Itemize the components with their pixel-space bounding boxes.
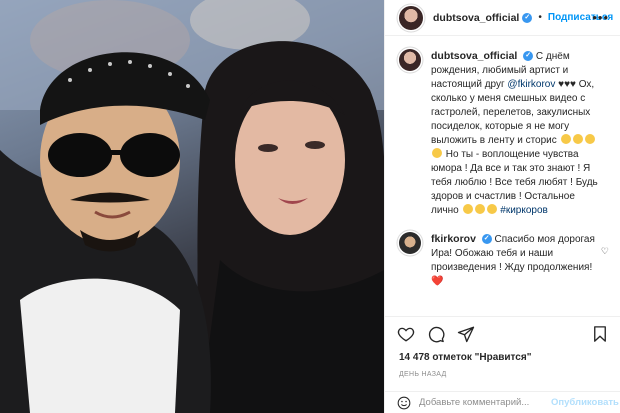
emoji-icon <box>560 134 571 144</box>
hashtag-link[interactable]: #киркоров <box>500 205 548 216</box>
author-username[interactable]: dubtsova_official <box>433 12 519 24</box>
smile-icon[interactable] <box>397 396 411 410</box>
emoji-icon <box>584 134 595 144</box>
comments-section: dubtsova_official ✓ С днём рождения, люб… <box>385 37 620 299</box>
post-side-panel: dubtsova_official ✓ • Подписаться ••• du… <box>384 0 620 413</box>
verified-badge-icon: ✓ <box>523 51 534 62</box>
post-photo[interactable] <box>0 0 384 413</box>
share-icon[interactable] <box>457 325 475 343</box>
likes-count[interactable]: 14 478 отметок "Нравится" <box>399 352 531 363</box>
comment-input[interactable] <box>419 397 551 408</box>
caption-text: dubtsova_official ✓ С днём рождения, люб… <box>431 49 603 218</box>
likes-number: 14 478 <box>399 352 430 363</box>
more-icon[interactable]: ••• <box>592 10 609 25</box>
action-icons <box>397 325 475 343</box>
separator-dot: • <box>538 12 542 23</box>
commenter-avatar[interactable] <box>399 232 421 254</box>
post-header: dubtsova_official ✓ • Подписаться ••• <box>385 0 620 36</box>
comment-icon[interactable] <box>427 325 445 343</box>
emoji-icon <box>572 134 583 144</box>
author-info: dubtsova_official ✓ • Подписаться <box>433 12 613 24</box>
mention-link[interactable]: @fkirkorov <box>507 79 555 90</box>
caption-row: dubtsova_official ✓ С днём рождения, люб… <box>399 49 607 218</box>
photo-illustration <box>0 0 384 413</box>
likes-label: отметок "Нравится" <box>432 352 532 363</box>
author-avatar[interactable] <box>399 5 423 30</box>
bookmark-icon[interactable] <box>591 325 609 343</box>
post-date[interactable]: ДЕНЬ НАЗАД <box>399 371 447 378</box>
emoji-icon <box>432 148 442 158</box>
comment-text: fkirkorov ✓ Спасибо моя дорогая Ира! Обо… <box>431 232 603 289</box>
verified-badge-icon: ✓ <box>522 12 533 23</box>
add-comment-bar: Опубликовать <box>385 391 620 413</box>
verified-badge-icon: ✓ <box>481 234 492 245</box>
emoji-icon <box>474 204 485 214</box>
caption-avatar[interactable] <box>399 49 421 71</box>
comment-row: fkirkorov ✓ Спасибо моя дорогая Ира! Обо… <box>399 232 609 289</box>
commenter-username[interactable]: fkirkorov <box>431 233 476 245</box>
caption-username[interactable]: dubtsova_official <box>431 50 517 62</box>
comment-like-icon[interactable]: ♡ <box>601 246 609 257</box>
emoji-icon <box>486 204 497 214</box>
heart-emoji: ❤️ <box>431 276 444 287</box>
post-actions <box>385 316 620 356</box>
heart-icon[interactable] <box>397 325 415 343</box>
publish-button[interactable]: Опубликовать <box>551 397 619 408</box>
emoji-icon <box>462 204 473 214</box>
